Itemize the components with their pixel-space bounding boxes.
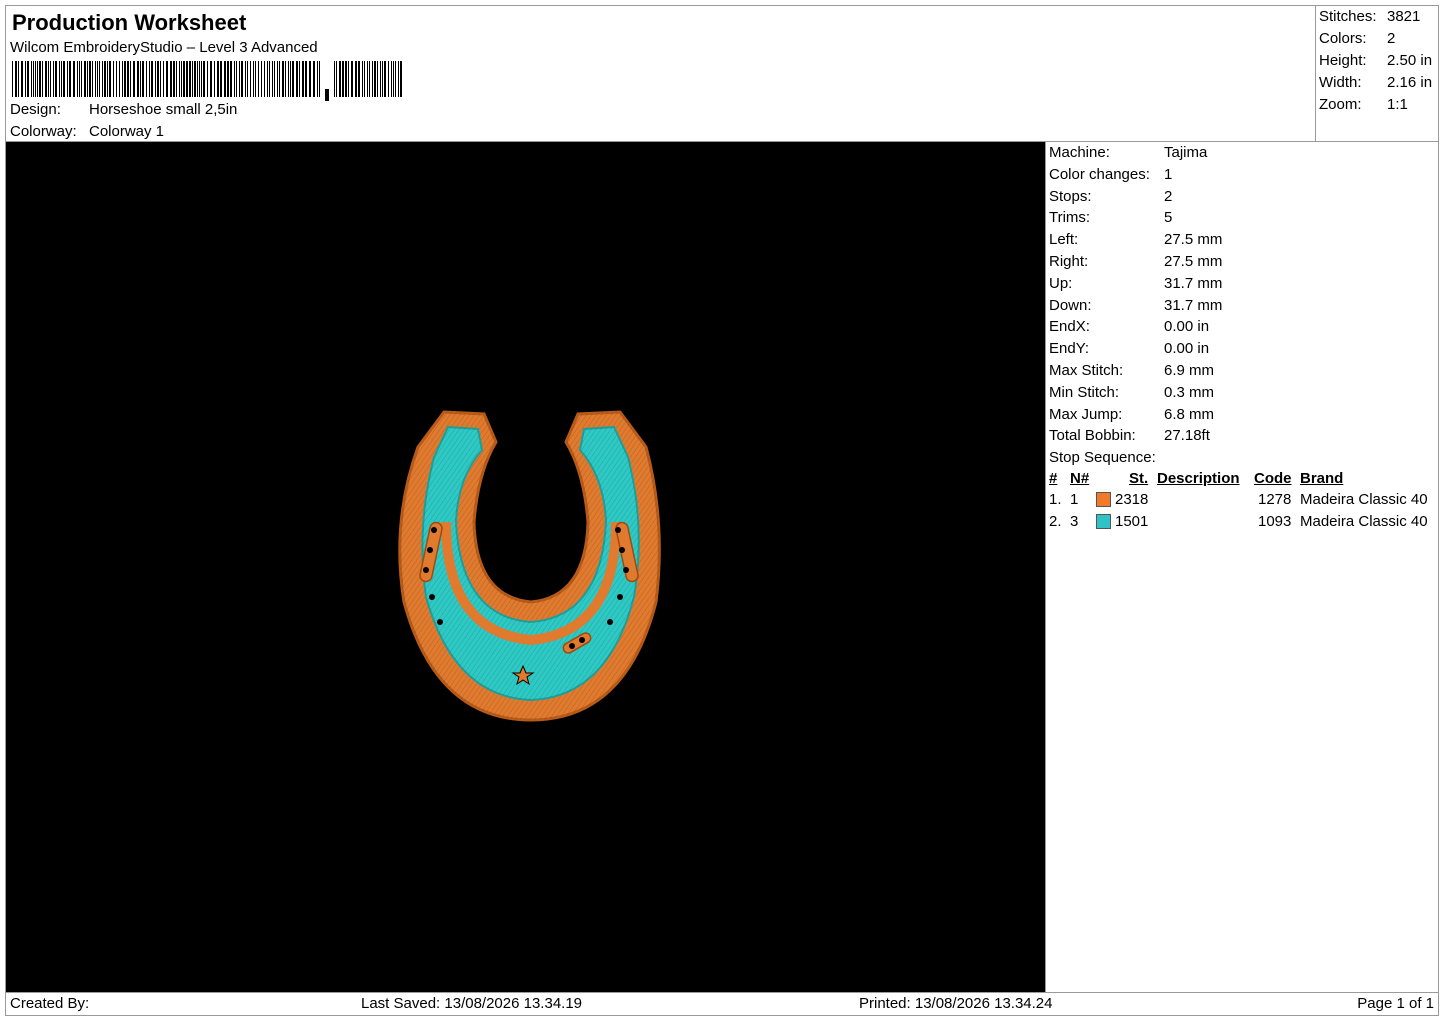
detail-value: 6.9 mm	[1164, 362, 1215, 379]
worksheet-footer: Created By: Last Saved: 13/08/2026 13.34…	[5, 992, 1439, 1016]
col-header-index: #	[1049, 470, 1058, 487]
detail-row: Max Jump: 6.8 mm	[1049, 406, 1214, 423]
detail-label: Left:	[1049, 231, 1079, 249]
detail-label: Trims:	[1049, 209, 1091, 227]
detail-value: 31.7 mm	[1164, 274, 1223, 292]
detail-row: Color changes: 1	[1049, 166, 1172, 183]
design-preview	[5, 141, 1046, 993]
color-swatch	[1096, 514, 1111, 529]
detail-value: 1	[1164, 165, 1173, 183]
created-by: Created By:	[10, 995, 90, 1012]
summary-row: Stitches: 3821	[1319, 8, 1421, 25]
detail-label: Color changes:	[1049, 165, 1150, 183]
detail-row: Right: 27.5 mm	[1049, 253, 1222, 270]
detail-label: Min Stitch:	[1049, 383, 1120, 401]
detail-label: Right:	[1049, 253, 1089, 270]
colorway-label: Colorway:	[10, 123, 77, 140]
printed-date: Printed: 13/08/2026 13.34.24	[859, 995, 1053, 1012]
detail-row: Max Stitch: 6.9 mm	[1049, 362, 1214, 379]
detail-label: Down:	[1049, 296, 1092, 314]
detail-value: 31.7 mm	[1164, 296, 1223, 314]
detail-label: EndX:	[1049, 318, 1090, 336]
detail-row: Total Bobbin: 27.18ft	[1049, 427, 1210, 444]
software-name: Wilcom EmbroideryStudio – Level 3 Advanc…	[10, 39, 318, 56]
summary-row: Colors: 2	[1319, 30, 1396, 47]
colorway-row: Colorway: Colorway 1	[10, 123, 164, 140]
barcode	[12, 61, 402, 101]
last-saved: Last Saved: 13/08/2026 13.34.19	[361, 995, 583, 1012]
detail-label: Machine:	[1049, 144, 1110, 161]
design-value: Horseshoe small 2,5in	[89, 101, 238, 118]
detail-label: Total Bobbin:	[1049, 427, 1136, 445]
summary-row: Width: 2.16 in	[1319, 74, 1433, 91]
design-row: Design: Horseshoe small 2,5in	[10, 101, 237, 118]
detail-row: Machine: Tajima	[1049, 144, 1207, 161]
detail-label: Max Stitch:	[1049, 362, 1124, 379]
detail-row: Trims: 5	[1049, 209, 1172, 226]
detail-row: EndX: 0.00 in	[1049, 318, 1209, 335]
design-label: Design:	[10, 101, 61, 118]
col-header-stitches: St.	[1129, 470, 1149, 487]
colorway-value: Colorway 1	[89, 123, 165, 140]
detail-row: Down: 31.7 mm	[1049, 297, 1222, 314]
detail-value: 5	[1164, 209, 1173, 227]
col-header-needle: N#	[1070, 470, 1090, 487]
detail-value: 27.5 mm	[1164, 231, 1223, 249]
detail-label: Max Jump:	[1049, 405, 1123, 423]
detail-label: Stop Sequence:	[1049, 449, 1156, 467]
detail-row: Min Stitch: 0.3 mm	[1049, 384, 1214, 401]
detail-row: Stops: 2	[1049, 188, 1172, 205]
detail-value: 0.00 in	[1164, 340, 1210, 358]
detail-label: Up:	[1049, 274, 1073, 292]
worksheet-header: Production Worksheet Wilcom EmbroiderySt…	[5, 5, 1316, 142]
detail-row: EndY: 0.00 in	[1049, 340, 1209, 357]
design-summary: Stitches: 3821 Colors: 2 Height: 2.50 in Wi…	[1315, 5, 1439, 142]
summary-row: Height: 2.50 in	[1319, 52, 1433, 69]
detail-value: 27.18ft	[1164, 427, 1210, 445]
machine-details: Machine: Tajima Color changes: 1 Stops: 2 Trim…	[1045, 141, 1439, 993]
col-header-description: Description	[1157, 470, 1240, 487]
detail-value: 27.5 mm	[1164, 253, 1223, 270]
detail-value: 2	[1164, 187, 1173, 205]
page-number: Page 1 of 1	[1357, 995, 1434, 1012]
color-swatch	[1096, 492, 1111, 507]
detail-label: EndY:	[1049, 340, 1090, 358]
detail-row: Stop Sequence:	[1049, 449, 1164, 466]
detail-value: 0.3 mm	[1164, 383, 1215, 401]
detail-row: Up: 31.7 mm	[1049, 275, 1222, 292]
summary-row: Zoom: 1:1	[1319, 96, 1408, 113]
detail-value: 0.00 in	[1164, 318, 1210, 336]
detail-row: Left: 27.5 mm	[1049, 231, 1222, 248]
horseshoe-embroidery-image	[398, 410, 661, 722]
detail-label: Stops:	[1049, 187, 1092, 205]
col-header-brand: Brand	[1300, 470, 1344, 487]
page-title: Production Worksheet	[12, 10, 247, 35]
col-header-code: Code	[1254, 470, 1292, 487]
detail-value: 6.8 mm	[1164, 405, 1215, 423]
detail-value: Tajima	[1164, 144, 1208, 161]
